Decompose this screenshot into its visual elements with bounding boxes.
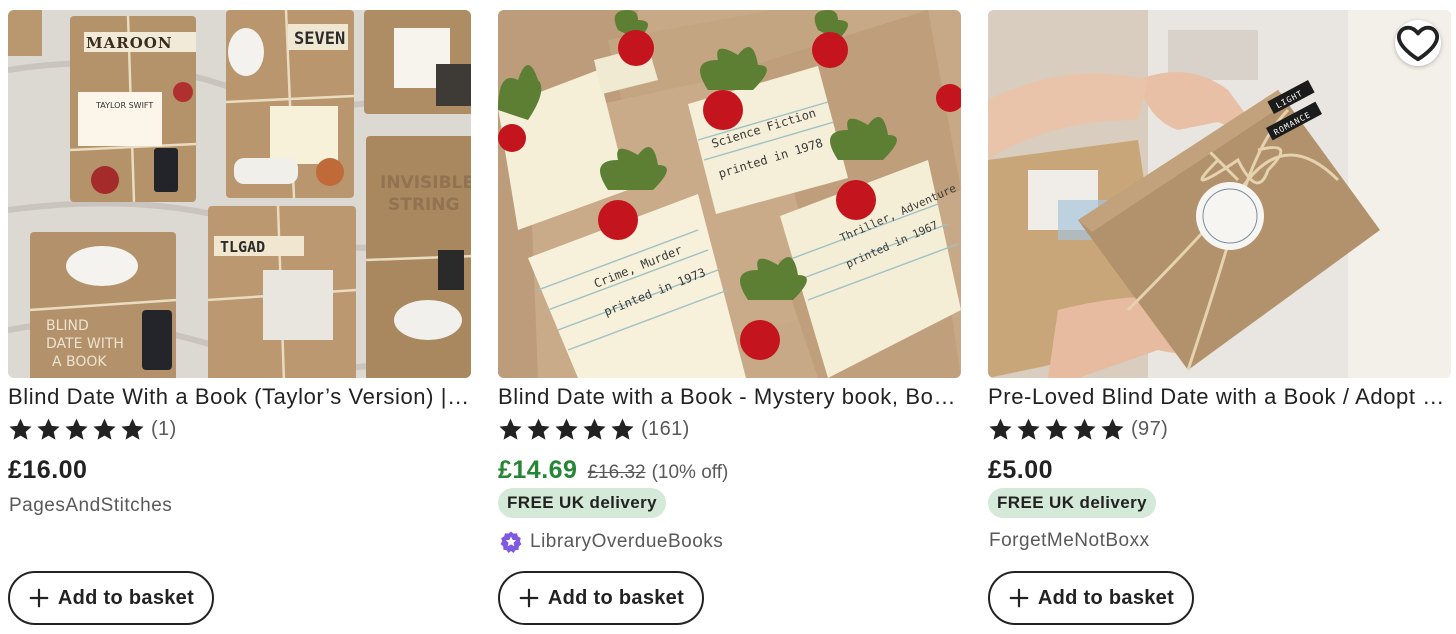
listing-card[interactable]: MAROON SEVEN INVISIBLE STRING TLGAD BLIN…	[8, 10, 471, 625]
svg-text:TLGAD: TLGAD	[220, 238, 265, 256]
add-to-basket-label: Add to basket	[57, 586, 195, 609]
free-delivery-badge: FREE UK delivery	[498, 488, 667, 518]
rating: (97)	[988, 416, 1168, 442]
star-icon	[610, 417, 635, 442]
add-to-basket-button[interactable]: Add to basket	[988, 571, 1194, 625]
shop-name[interactable]: PagesAndStitches	[9, 495, 172, 517]
add-to-basket-label: Add to basket	[547, 586, 685, 609]
star-icon	[64, 417, 89, 442]
plus-icon	[519, 588, 539, 608]
listing-title[interactable]: Blind Date with a Book - Mystery book, B…	[498, 382, 961, 412]
plus-icon	[29, 588, 49, 608]
shop-name-label: LibraryOverdueBooks	[530, 531, 724, 552]
svg-text:SEVEN: SEVEN	[294, 29, 345, 49]
svg-text:DATE WITH: DATE WITH	[46, 336, 124, 352]
listing-card[interactable]: Science Fiction printed in 1978 Crime, M…	[498, 10, 961, 625]
add-to-basket-button[interactable]: Add to basket	[498, 571, 704, 625]
price: £16.00	[8, 456, 88, 484]
review-count: (1)	[151, 417, 177, 440]
star-icon	[1044, 417, 1069, 442]
listing-title[interactable]: Pre-Loved Blind Date with a Book / Adopt…	[988, 382, 1451, 412]
original-price: £16.32	[587, 462, 646, 483]
star-icon	[498, 417, 523, 442]
star-icon	[1100, 417, 1125, 442]
star-rating	[8, 417, 145, 442]
shop-name-label: ForgetMeNotBoxx	[989, 530, 1150, 551]
star-icon	[526, 417, 551, 442]
listing-title[interactable]: Blind Date With a Book (Taylor’s Version…	[8, 382, 471, 412]
price-row: £14.69 £16.32 (10% off)	[498, 456, 728, 488]
review-count: (97)	[1131, 417, 1169, 440]
star-icon	[1016, 417, 1041, 442]
price-row: £16.00	[8, 456, 87, 488]
listing-photo: LIGHT ROMANCE	[988, 10, 1451, 378]
shop-name-label: PagesAndStitches	[9, 495, 173, 516]
svg-text:TAYLOR SWIFT: TAYLOR SWIFT	[95, 101, 153, 110]
star-rating	[498, 417, 635, 442]
star-icon	[92, 417, 117, 442]
add-to-basket-button[interactable]: Add to basket	[8, 571, 214, 625]
shop-name[interactable]: ForgetMeNotBoxx	[989, 530, 1150, 552]
listing-card[interactable]: LIGHT ROMANCE Pre-Loved Blind Date with …	[988, 10, 1451, 625]
review-count: (161)	[641, 417, 690, 440]
listing-image[interactable]: LIGHT ROMANCE	[988, 10, 1451, 378]
svg-text:BLIND: BLIND	[46, 318, 89, 334]
svg-text:STRING: STRING	[388, 195, 459, 215]
star-icon	[1072, 417, 1097, 442]
listing-photo: Science Fiction printed in 1978 Crime, M…	[498, 10, 961, 378]
heart-icon	[1397, 25, 1439, 62]
svg-text:INVISIBLE: INVISIBLE	[380, 173, 471, 193]
star-icon	[120, 417, 145, 442]
star-icon	[36, 417, 61, 442]
plus-icon	[1009, 588, 1029, 608]
favorite-button[interactable]	[1395, 20, 1441, 66]
rating: (1)	[8, 416, 177, 442]
free-delivery-badge: FREE UK delivery	[988, 488, 1157, 518]
rating: (161)	[498, 416, 690, 442]
add-to-basket-label: Add to basket	[1037, 586, 1175, 609]
star-icon	[988, 417, 1013, 442]
price: £5.00	[988, 456, 1054, 484]
price-row: £5.00	[988, 456, 1053, 488]
svg-text:A BOOK: A BOOK	[52, 354, 107, 370]
star-icon	[8, 417, 33, 442]
star-icon	[554, 417, 579, 442]
sale-price: £14.69	[498, 456, 578, 484]
svg-text:MAROON: MAROON	[86, 34, 173, 52]
discount-percent: (10% off)	[651, 462, 729, 483]
listing-image[interactable]: Science Fiction printed in 1978 Crime, M…	[498, 10, 961, 378]
shop-name[interactable]: LibraryOverdueBooks	[499, 530, 723, 554]
star-rating	[988, 417, 1125, 442]
star-seller-badge-icon	[500, 531, 522, 553]
listing-image[interactable]: MAROON SEVEN INVISIBLE STRING TLGAD BLIN…	[8, 10, 471, 378]
star-icon	[582, 417, 607, 442]
listing-photo: MAROON SEVEN INVISIBLE STRING TLGAD BLIN…	[8, 10, 471, 378]
